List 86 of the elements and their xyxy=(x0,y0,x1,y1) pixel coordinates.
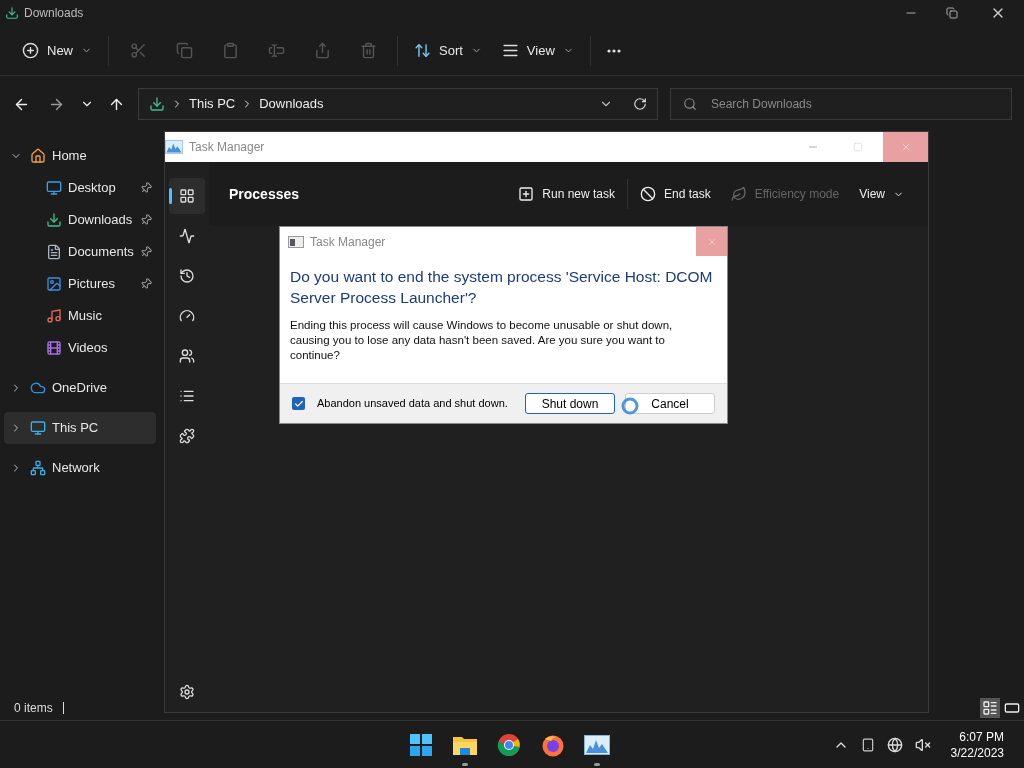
sidebar-label: Network xyxy=(52,459,101,478)
sidebar-item[interactable]: Desktop xyxy=(4,172,156,204)
ban-icon xyxy=(640,186,656,202)
checkbox[interactable] xyxy=(292,397,305,410)
sidebar-item[interactable]: Videos xyxy=(4,332,156,364)
sidebar-label: Music xyxy=(68,307,103,326)
toolbar-button[interactable]: Run new task xyxy=(508,178,625,210)
sidebar-item[interactable]: OneDrive xyxy=(4,372,156,404)
sidebar-item[interactable]: This PC xyxy=(4,412,156,444)
address-bar[interactable]: This PC Downloads xyxy=(138,88,658,120)
dialog-heading: Do you want to end the system process 'Service Host: DCOM Server Process Launcher'? xyxy=(289,267,714,308)
users-icon xyxy=(179,348,195,364)
chart-window-icon xyxy=(165,140,183,154)
fox-browser-icon[interactable] xyxy=(541,733,565,757)
sidebar-item[interactable]: Pictures xyxy=(4,268,156,300)
window-icon xyxy=(288,235,304,248)
monitor-icon xyxy=(46,180,62,196)
toolbar-button[interactable]: View xyxy=(491,32,584,69)
nav-button[interactable] xyxy=(169,178,205,214)
document-icon xyxy=(46,244,62,260)
grid-icon xyxy=(179,188,195,204)
window-title: Task Manager xyxy=(189,139,265,156)
pulse-icon xyxy=(179,228,195,244)
sidebar-item[interactable]: Music xyxy=(4,300,156,332)
browser-icon[interactable] xyxy=(497,733,521,757)
sidebar-label: OneDrive xyxy=(52,379,108,398)
search-icon xyxy=(683,97,697,111)
house-icon xyxy=(30,148,46,164)
tile-view-icon xyxy=(1004,700,1020,716)
sidebar-item[interactable]: Downloads xyxy=(4,204,156,236)
dialog-button[interactable]: Shut down xyxy=(525,393,615,414)
monitor-icon xyxy=(30,420,46,436)
leaf-icon xyxy=(730,186,747,202)
sidebar-label: This PC xyxy=(52,419,100,438)
network-icon xyxy=(30,460,46,476)
list-icon xyxy=(179,388,195,404)
dialog-title: Task Manager xyxy=(310,233,386,251)
cloud-icon xyxy=(30,380,46,396)
toolbar-button[interactable]: View xyxy=(849,178,914,210)
layout-button[interactable] xyxy=(980,698,1000,718)
image-icon xyxy=(46,276,62,292)
clock-time[interactable]: 6:07 PM xyxy=(959,728,1004,745)
sidebar-label: Documents xyxy=(68,243,135,262)
close-icon xyxy=(706,236,717,247)
breadcrumb-item[interactable]: Downloads xyxy=(259,94,324,114)
puzzle-icon xyxy=(179,428,195,444)
gauge-icon xyxy=(179,308,195,324)
breadcrumb-item[interactable]: This PC xyxy=(189,94,236,114)
window-title: Downloads xyxy=(24,5,84,22)
music-note-icon xyxy=(46,308,62,324)
windows-logo-icon[interactable] xyxy=(410,734,432,756)
sidebar-item[interactable]: Network xyxy=(4,452,156,484)
muted-speaker-icon[interactable] xyxy=(914,736,931,753)
tablet-icon[interactable] xyxy=(860,737,875,752)
toolbar-button[interactable]: New xyxy=(12,32,102,69)
sidebar-label: Desktop xyxy=(68,179,117,198)
check-icon xyxy=(293,398,304,409)
page-title: Processes xyxy=(229,184,300,204)
sidebar-label: Pictures xyxy=(68,275,116,294)
sidebar-label: Home xyxy=(52,147,88,166)
status-text: 0 items xyxy=(14,700,53,717)
square-plus-icon xyxy=(518,186,535,202)
dialog-message: Ending this process will cause Windows to become unusable or shut down, causing you to lose any data hasn't been saved. Are you sure you want to continue? xyxy=(289,318,674,363)
cursor-icon xyxy=(620,396,640,416)
toolbar-button[interactable]: End task xyxy=(630,178,721,210)
search-field[interactable]: Search Downloads xyxy=(670,88,1012,120)
sidebar-item[interactable]: Home xyxy=(4,140,156,172)
toolbar-button[interactable]: Sort xyxy=(404,32,492,69)
checkbox-label: Abandon unsaved data and shut down. xyxy=(317,396,508,412)
restore-icon[interactable] xyxy=(946,7,958,19)
sidebar-label: Downloads xyxy=(68,211,134,230)
globe-icon[interactable] xyxy=(886,736,903,753)
settings-icon[interactable] xyxy=(179,684,195,700)
clock-date[interactable]: 3/22/2023 xyxy=(950,744,1004,761)
sidebar-label: Videos xyxy=(68,339,109,358)
film-icon xyxy=(46,340,62,356)
dialog-button[interactable]: Cancel xyxy=(625,393,715,414)
chart-window-icon[interactable] xyxy=(584,735,610,755)
folder-icon[interactable] xyxy=(452,734,478,756)
download-icon xyxy=(5,6,19,20)
sidebar-item[interactable]: Documents xyxy=(4,236,156,268)
list-view-icon xyxy=(982,700,998,716)
refresh-icon[interactable] xyxy=(633,97,647,111)
download-icon xyxy=(149,96,165,112)
history-icon xyxy=(179,268,195,284)
download-icon xyxy=(46,212,62,228)
